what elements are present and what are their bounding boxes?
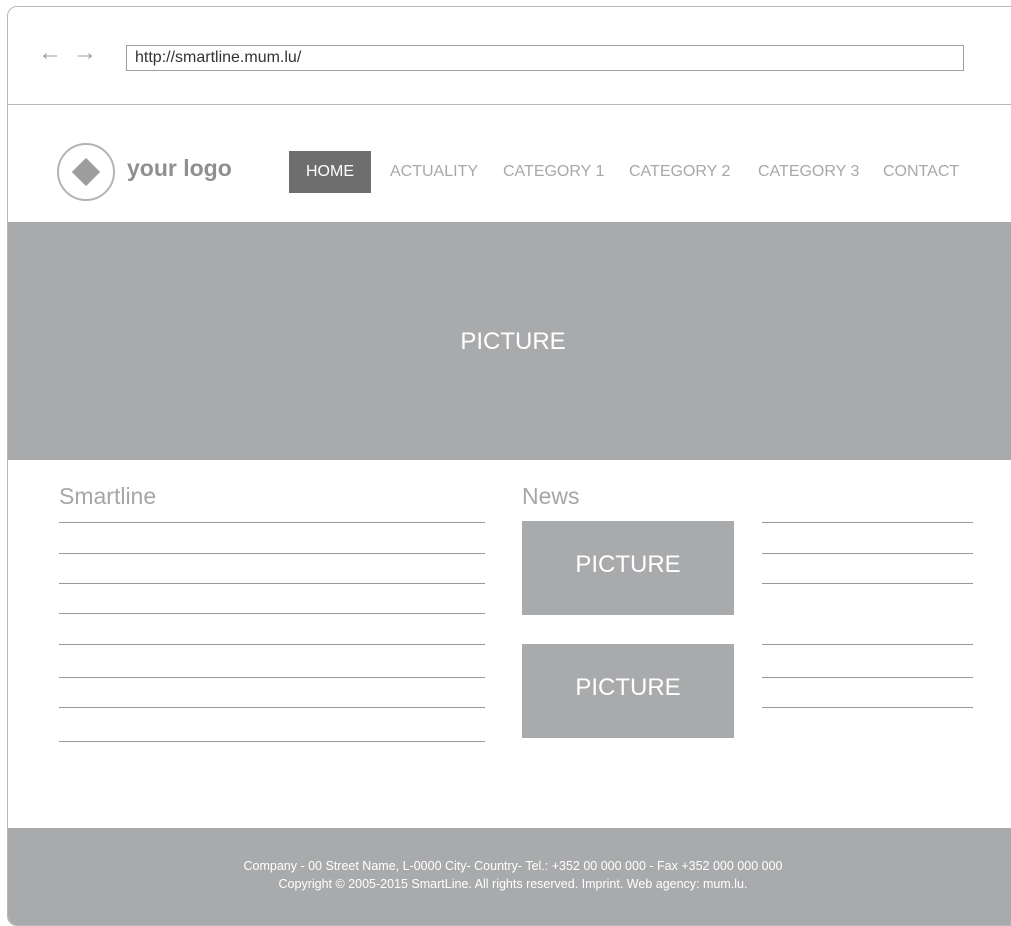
smartline-title: Smartline (59, 483, 157, 509)
news-text-line (762, 707, 973, 708)
text-placeholder-line (59, 741, 485, 742)
nav-item-home[interactable]: HOME (289, 151, 371, 193)
logo-text[interactable]: your logo (127, 155, 232, 182)
nav-item-category-1[interactable]: CATEGORY 1 (503, 151, 604, 193)
news-picture-1[interactable]: PICTURE (522, 521, 734, 615)
news-picture-label: PICTURE (575, 551, 681, 578)
nav-item-contact[interactable]: CONTACT (883, 151, 959, 193)
text-placeholder-line (59, 522, 485, 523)
nav-item-category-3[interactable]: CATEGORY 3 (758, 151, 859, 193)
logo-icon[interactable] (57, 143, 115, 201)
news-picture-2[interactable]: PICTURE (522, 644, 734, 738)
forward-arrow-icon[interactable]: → (73, 41, 97, 65)
news-text-line (762, 583, 973, 584)
hero-picture-label: PICTURE (460, 328, 566, 355)
text-placeholder-line (59, 583, 485, 584)
diamond-icon (71, 157, 101, 187)
nav-item-actuality[interactable]: ACTUALITY (390, 151, 478, 193)
news-title: News (522, 483, 580, 509)
browser-toolbar: ← → http://smartline.mum.lu/ (8, 7, 1011, 105)
nav-item-category-2[interactable]: CATEGORY 2 (629, 151, 730, 193)
hero-picture: PICTURE (8, 222, 1011, 460)
text-placeholder-line (59, 613, 485, 614)
text-placeholder-line (59, 677, 485, 678)
text-placeholder-line (59, 707, 485, 708)
news-text-line (762, 522, 973, 523)
back-arrow-icon[interactable]: ← (38, 41, 62, 65)
footer: Company - 00 Street Name, L-0000 City- C… (8, 828, 1011, 925)
footer-contact-line: Company - 00 Street Name, L-0000 City- C… (243, 859, 783, 873)
text-placeholder-line (59, 644, 485, 645)
news-text-line (762, 644, 973, 645)
news-text-line (762, 677, 973, 678)
url-input[interactable]: http://smartline.mum.lu/ (126, 45, 964, 71)
news-picture-label: PICTURE (575, 674, 681, 701)
footer-copyright-line: Copyright © 2005-2015 SmartLine. All rig… (278, 877, 748, 891)
text-placeholder-line (59, 553, 485, 554)
browser-window: ← → http://smartline.mum.lu/ your logo H… (7, 6, 1011, 926)
news-text-line (762, 553, 973, 554)
